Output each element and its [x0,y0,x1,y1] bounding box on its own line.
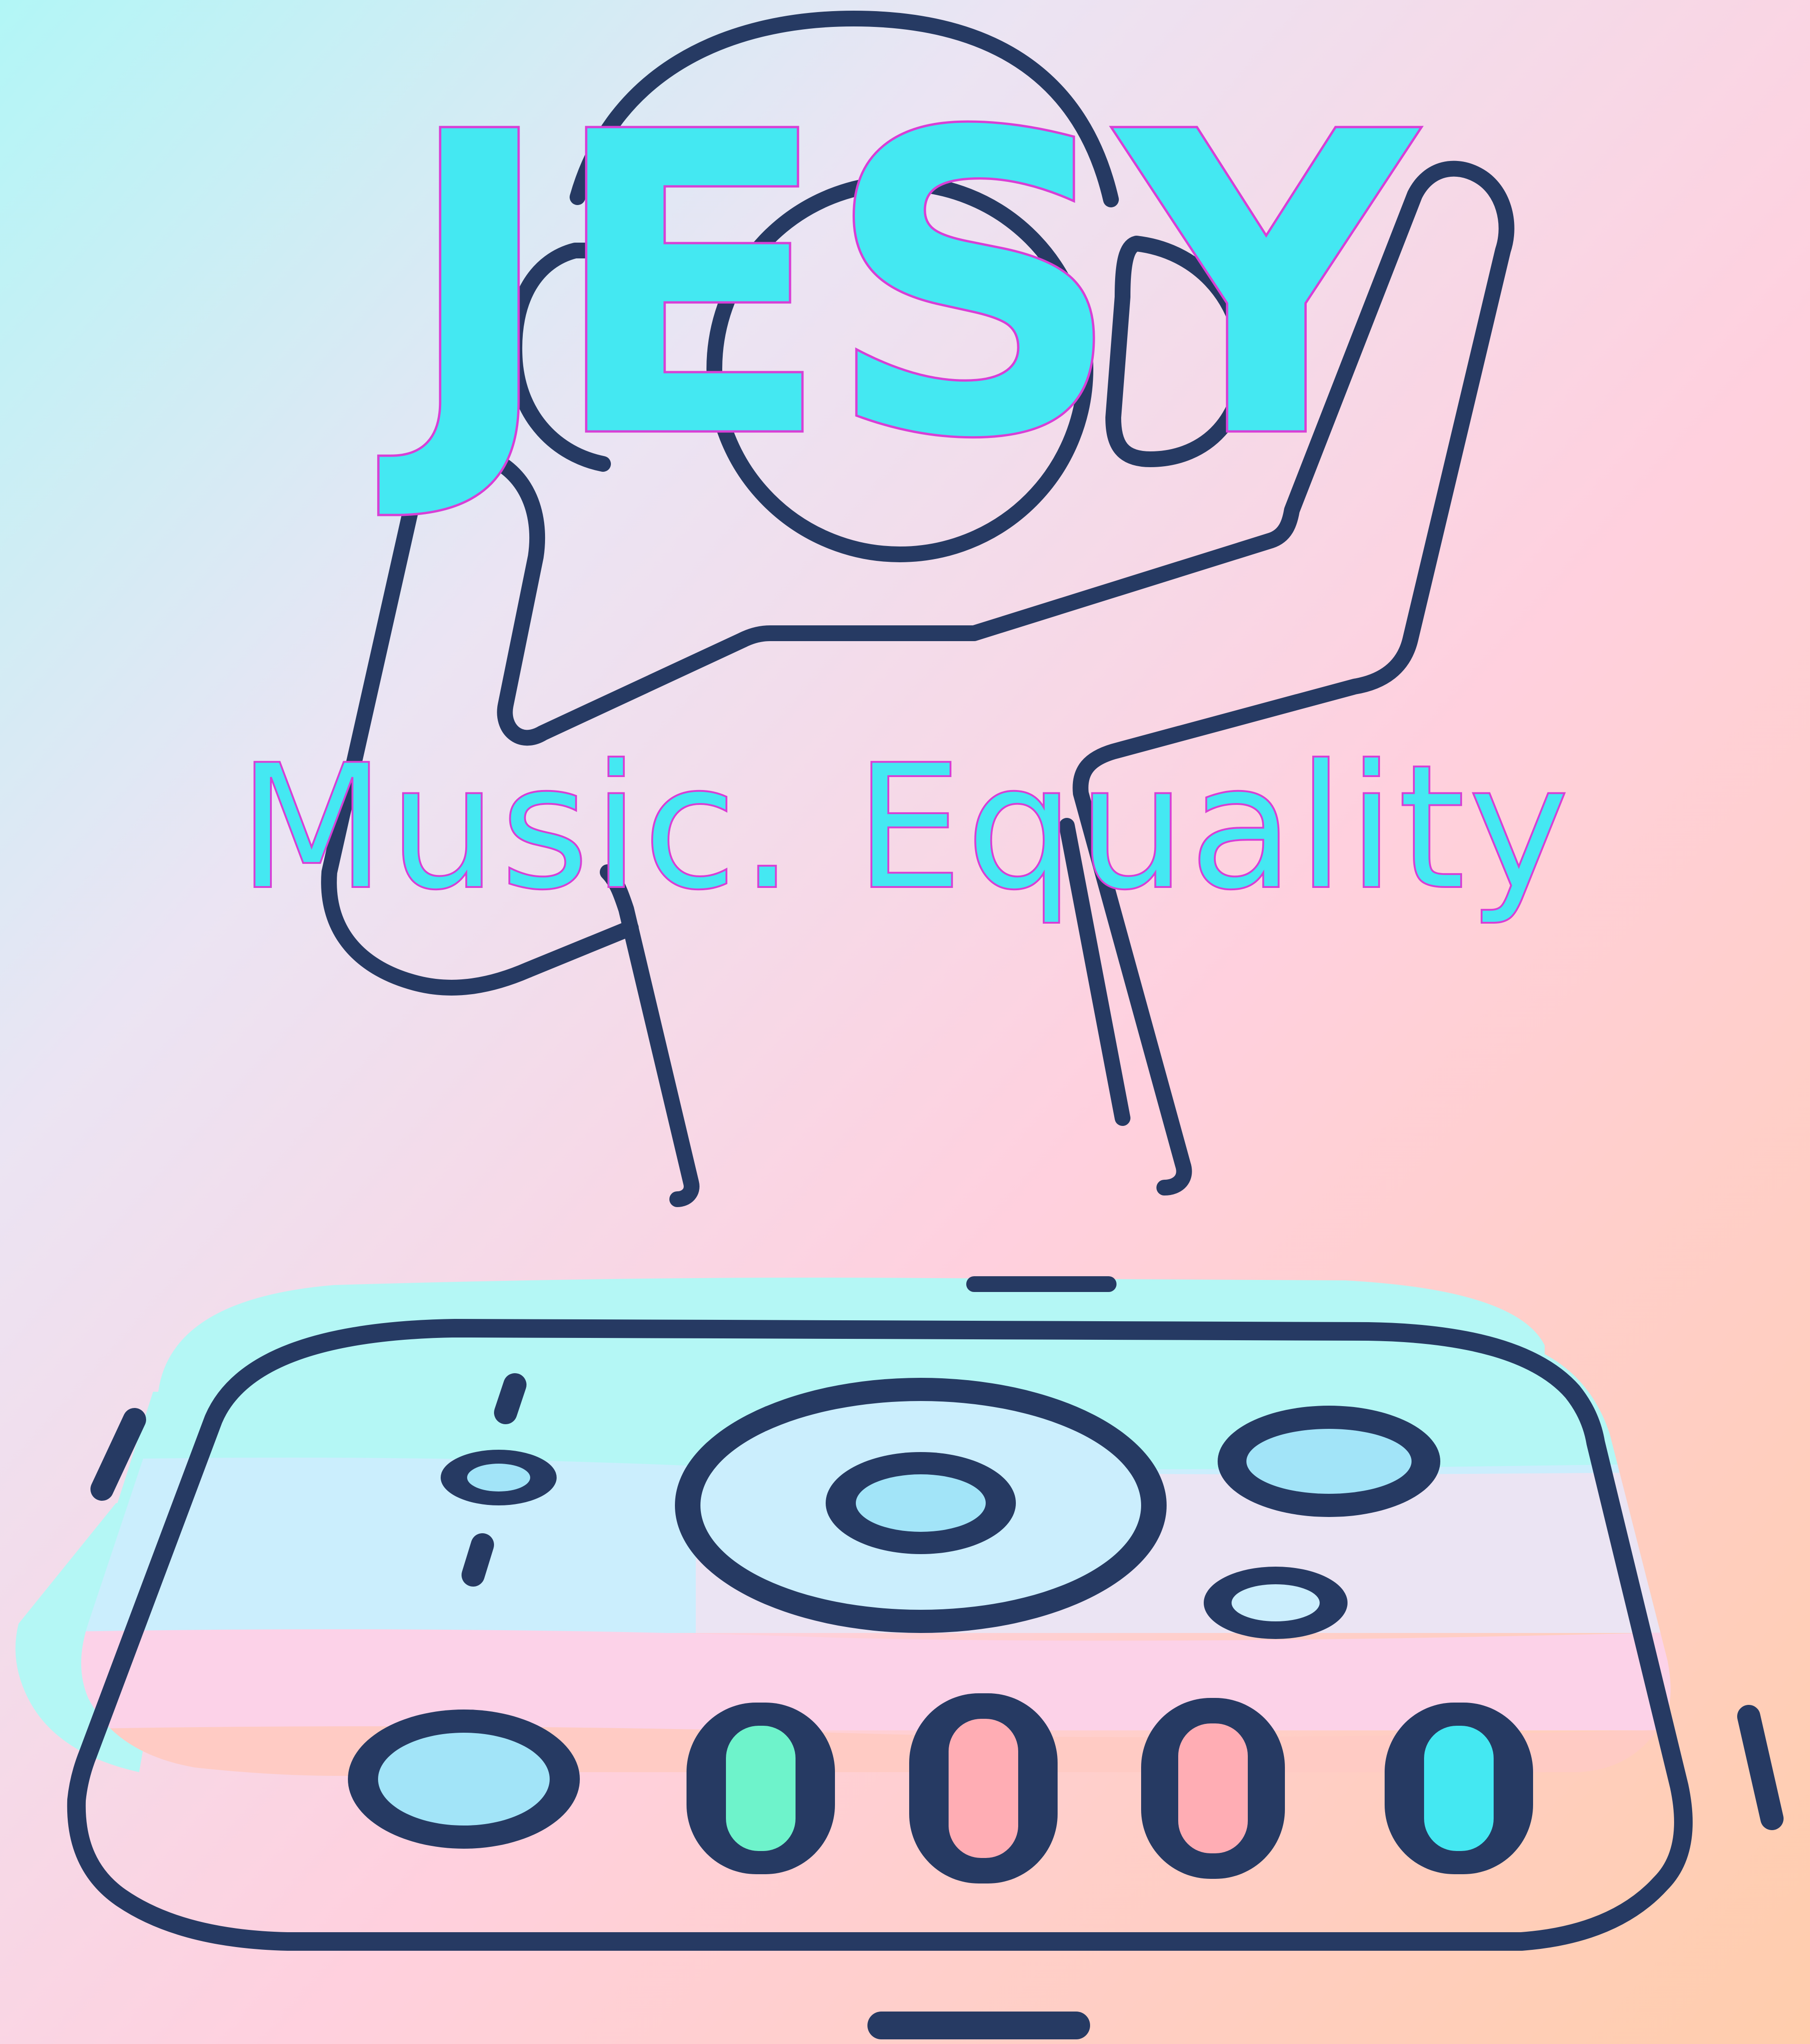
pad-green-icon [687,1703,835,1874]
knob-bottom-left-icon [348,1710,580,1849]
knob-top-right-icon [1218,1406,1440,1517]
pad-pink-2-icon [1141,1698,1285,1879]
pad-cyan-icon [1385,1703,1533,1874]
pad-pink-1-icon [909,1693,1058,1883]
knob-small-right-icon [1204,1567,1348,1639]
jog-wheel-icon [675,1378,1167,1633]
poster: JESY Music. Equality [0,0,1810,2044]
slider-knob-left-icon [441,1450,557,1505]
brand-title: JESY [401,45,1419,530]
tagline: Music. Equality [237,728,1573,928]
